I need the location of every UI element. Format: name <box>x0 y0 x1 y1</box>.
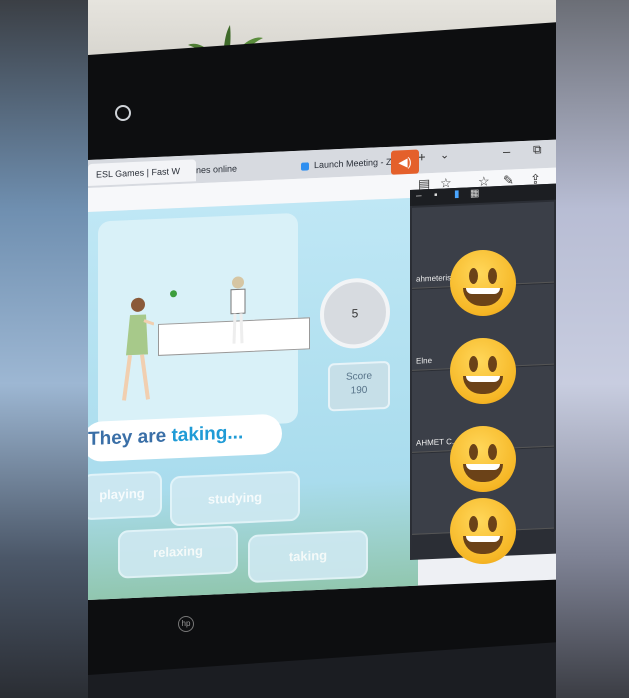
ball-icon <box>170 290 177 298</box>
player-right-illustration <box>230 276 246 344</box>
player-left-illustration <box>122 297 154 401</box>
score-box: Score 190 <box>328 360 390 412</box>
tab-esl-games[interactable]: ESL Games | Fast W <box>88 159 196 186</box>
score-value: 190 <box>350 384 368 397</box>
view-icon[interactable]: ▪ <box>434 190 438 201</box>
new-tab-button[interactable]: + <box>418 149 426 164</box>
answer-option-playing[interactable]: playing <box>88 470 162 521</box>
photo-blur-right <box>556 0 629 698</box>
prompt-dots: ... <box>227 422 244 444</box>
smiley-face-icon <box>450 338 516 404</box>
minimize-button[interactable]: – <box>503 144 510 159</box>
minimize-icon[interactable]: – <box>416 190 422 201</box>
tab-label: nes online <box>196 163 238 176</box>
smiley-face-icon <box>450 250 516 316</box>
speaker-icon: ◀) <box>398 154 412 170</box>
scene-card <box>98 212 310 432</box>
maximize-button[interactable]: ⧉ <box>533 142 542 157</box>
zoom-icon <box>301 161 309 171</box>
smiley-face-icon <box>450 426 516 492</box>
answer-option-relaxing[interactable]: relaxing <box>118 525 238 579</box>
tab-label: ESL Games | Fast W <box>96 165 181 180</box>
tab-games-online[interactable]: nes online <box>188 155 294 182</box>
prompt-answer: taking <box>171 422 228 447</box>
answer-option-taking[interactable]: taking <box>248 529 368 584</box>
monitor-logo-icon: hp <box>178 616 194 632</box>
speaker-view-icon[interactable]: ▮ <box>454 189 460 200</box>
game-area: 5 Score 190 They are taking... playing s… <box>88 197 418 600</box>
answer-option-studying[interactable]: studying <box>170 470 300 527</box>
photo-blur-left <box>0 0 88 698</box>
participant-name: Elne <box>416 355 433 366</box>
gallery-view-icon[interactable]: ▦ <box>470 188 479 199</box>
speaker-button[interactable]: ◀) <box>391 149 419 175</box>
smiley-face-icon <box>450 498 516 564</box>
prompt-text: They are <box>88 425 167 450</box>
tab-list-button[interactable]: ⌄ <box>440 148 449 161</box>
countdown-timer: 5 <box>320 276 390 350</box>
power-icon[interactable] <box>115 105 131 121</box>
